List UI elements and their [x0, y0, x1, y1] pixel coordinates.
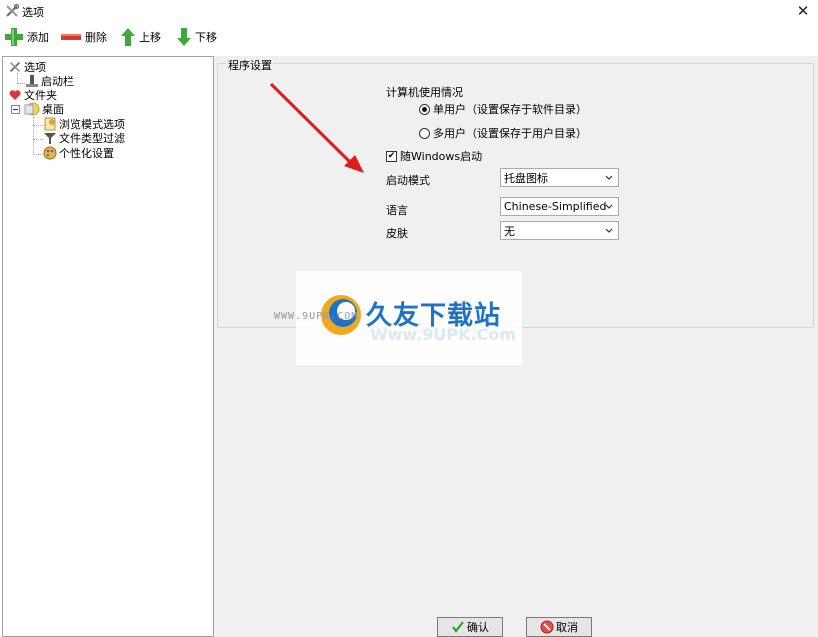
heart-folder-icon	[9, 90, 21, 100]
cancel-icon	[540, 620, 554, 634]
filter-icon	[44, 133, 56, 144]
radio-unselected-icon	[419, 127, 430, 139]
watermark-subtitle: Www.9UPK.Com	[370, 325, 516, 344]
toolbar: 添加 删除 上移 下移	[0, 22, 818, 52]
launch-bar-icon	[26, 75, 38, 87]
tools-icon	[10, 62, 20, 72]
multi-user-radio[interactable]: 多用户（设置保存于用户目录）	[419, 125, 587, 141]
collapse-icon[interactable]	[11, 104, 20, 114]
language-value: Chinese-Simplified	[504, 200, 607, 213]
move-up-button[interactable]: 上移	[120, 26, 161, 48]
chevron-down-icon	[605, 228, 613, 233]
cancel-button[interactable]: 取消	[526, 617, 592, 637]
radio-selected-icon	[419, 103, 430, 115]
move-down-label: 下移	[195, 31, 217, 44]
delete-button[interactable]: 删除	[60, 26, 107, 48]
tree-item-label: 个性化设置	[59, 147, 114, 160]
usage-label: 计算机使用情况	[386, 86, 463, 99]
minus-icon	[61, 34, 81, 40]
tree-item-label: 桌面	[42, 103, 64, 116]
chevron-down-icon	[605, 204, 613, 209]
window-title: 选项	[22, 6, 44, 19]
arrow-up-icon	[121, 28, 135, 46]
chevron-down-icon	[605, 175, 613, 180]
tree-item-folder[interactable]: 文件夹	[8, 88, 57, 102]
palette-icon	[43, 146, 57, 160]
language-label: 语言	[386, 204, 408, 217]
skin-value: 无	[504, 224, 515, 238]
tree-item-label: 文件类型过滤	[59, 132, 125, 145]
close-icon: ✕	[796, 2, 810, 20]
tree-item-file-filter[interactable]: 文件类型过滤	[43, 131, 125, 145]
tree-item-browse-mode[interactable]: 浏览模式选项	[43, 117, 125, 131]
cancel-label: 取消	[556, 621, 578, 634]
single-user-radio[interactable]: 单用户（设置保存于软件目录）	[419, 101, 587, 117]
ok-label: 确认	[467, 621, 489, 634]
plus-icon	[5, 28, 23, 46]
move-down-button[interactable]: 下移	[176, 26, 217, 48]
group-title: 程序设置	[226, 57, 274, 73]
tree-item-launch-bar[interactable]: 启动栏	[25, 74, 74, 88]
skin-select[interactable]: 无	[500, 221, 619, 240]
tree-item-options[interactable]: 选项	[8, 60, 46, 74]
add-button[interactable]: 添加	[4, 26, 49, 48]
ok-button[interactable]: 确认	[437, 617, 503, 637]
launch-mode-label: 启动模式	[386, 174, 430, 187]
checkmark-icon	[452, 621, 464, 633]
browse-mode-icon	[44, 117, 56, 131]
startup-checkbox[interactable]: ✔ 随Windows启动	[386, 148, 482, 164]
multi-user-label: 多用户（设置保存于用户目录）	[433, 127, 587, 140]
tree-item-desktop[interactable]: 桌面	[11, 102, 64, 116]
add-label: 添加	[27, 31, 49, 44]
arrow-down-icon	[177, 28, 191, 46]
delete-label: 删除	[85, 31, 107, 44]
language-select[interactable]: Chinese-Simplified	[500, 197, 619, 216]
watermark-url: WWW.9UPK.COM	[274, 311, 359, 322]
title-bar: 选项 ✕	[0, 0, 818, 22]
close-button[interactable]: ✕	[788, 0, 818, 22]
desktop-icon	[24, 102, 40, 116]
tree-item-personalize[interactable]: 个性化设置	[43, 146, 114, 160]
single-user-label: 单用户（设置保存于软件目录）	[433, 103, 587, 116]
startup-label: 随Windows启动	[400, 150, 483, 163]
launch-mode-value: 托盘图标	[504, 171, 548, 185]
launch-mode-select[interactable]: 托盘图标	[500, 168, 619, 187]
checkmark-icon: ✔	[386, 150, 397, 162]
tools-icon	[6, 3, 20, 17]
skin-label: 皮肤	[386, 227, 408, 240]
move-up-label: 上移	[139, 31, 161, 44]
options-tree[interactable]: 选项 启动栏 文件夹 桌面 浏览模式选项 文件类型过滤 个性化设置	[2, 56, 214, 637]
